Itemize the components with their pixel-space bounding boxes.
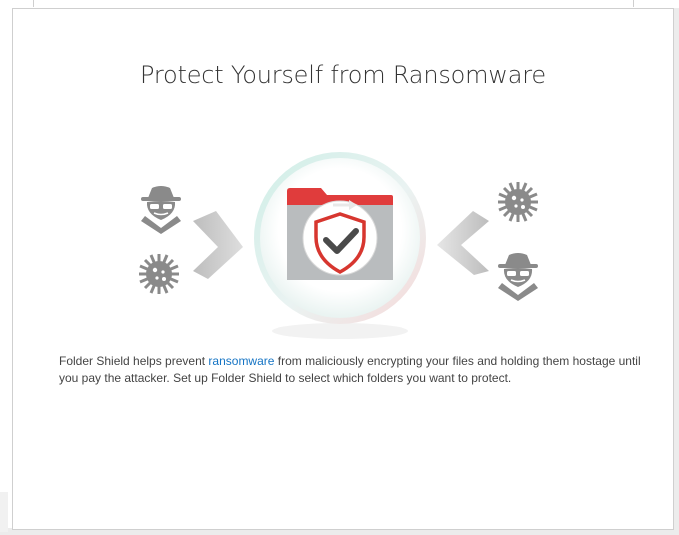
window-top-strip <box>0 0 679 8</box>
hacker-icon <box>141 186 181 234</box>
description-text-start: Folder Shield helps prevent <box>59 354 209 368</box>
description-text: Folder Shield helps prevent ransomware f… <box>59 353 644 387</box>
arrow-left <box>193 211 243 279</box>
hacker-icon <box>498 253 538 301</box>
virus-icon <box>498 182 538 222</box>
shielded-folder-icon <box>254 152 426 339</box>
divider <box>633 0 634 7</box>
folder-shield-illustration <box>139 152 538 339</box>
ransomware-dialog: Protect Yourself from Ransomware Folder … <box>12 8 674 530</box>
virus-icon <box>139 254 179 294</box>
ransomware-link[interactable]: ransomware <box>208 354 274 368</box>
arrow-right <box>437 211 489 275</box>
divider <box>33 0 34 7</box>
left-rail-stub <box>0 492 8 532</box>
